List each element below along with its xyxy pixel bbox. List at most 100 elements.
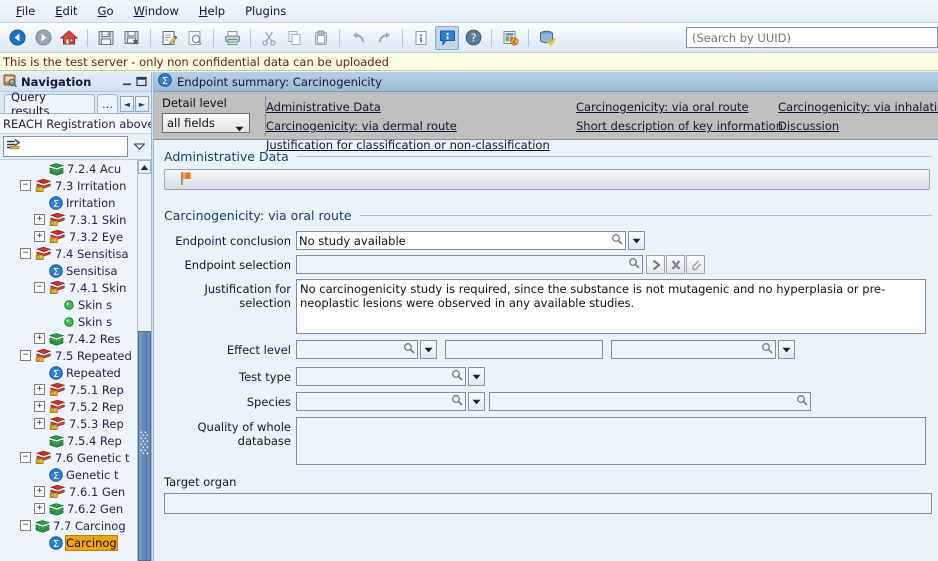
expand-icon[interactable]: + [34, 214, 45, 225]
lookup-icon[interactable] [403, 342, 415, 357]
section-link[interactable]: Short description of key information [576, 119, 783, 133]
collapse-icon[interactable]: − [20, 248, 31, 259]
back-icon[interactable] [5, 26, 29, 50]
effect-level-dropdown-1[interactable] [420, 340, 437, 359]
tree-item[interactable]: − 7.5 Repeated [0, 347, 137, 364]
target-organ-input[interactable] [164, 493, 932, 514]
report-icon[interactable]: € [498, 26, 522, 50]
navigation-tree[interactable]: 7.2.4 Acu −7.3 Irritation Σ Irritation +7.3.… [0, 160, 137, 561]
expand-icon[interactable]: + [34, 401, 45, 412]
tree-item[interactable]: − 7.3 Irritation [0, 177, 137, 194]
collapse-icon[interactable]: − [34, 282, 45, 293]
tree-item[interactable]: Σ Genetic t [0, 466, 137, 483]
attachment-button[interactable] [686, 255, 705, 274]
document-info-icon[interactable] [409, 26, 433, 50]
lookup-icon[interactable] [451, 394, 463, 409]
clear-selection-button[interactable] [666, 255, 685, 274]
tree-item[interactable]: − 7.4.1 Skin [0, 279, 137, 296]
endpoint-conclusion-dropdown[interactable] [628, 231, 645, 250]
effect-level-input-3[interactable] [611, 340, 776, 359]
menu-file[interactable]: File [6, 1, 45, 21]
expand-icon[interactable]: + [34, 486, 45, 497]
scrollbar-thumb[interactable] [138, 331, 151, 561]
save-icon[interactable] [94, 26, 118, 50]
tree-item[interactable]: +7.4.2 Res [0, 330, 137, 347]
tab-overflow[interactable]: ... [97, 94, 118, 113]
endpoint-conclusion-input[interactable]: No study available [296, 231, 626, 250]
section-link[interactable]: Administrative Data [266, 100, 381, 114]
lookup-icon[interactable] [796, 394, 808, 409]
collapse-icon[interactable]: − [20, 350, 31, 361]
tree-item[interactable]: +7.5.1 Rep [0, 381, 137, 398]
effect-level-input-2[interactable] [445, 340, 603, 359]
menu-edit[interactable]: Edit [45, 1, 87, 21]
expand-icon[interactable]: + [34, 231, 45, 242]
collapse-icon[interactable]: − [20, 452, 31, 463]
redo-icon[interactable] [372, 26, 396, 50]
orange-flag-icon[interactable] [179, 171, 193, 189]
filter-input[interactable] [3, 136, 128, 157]
undo-icon[interactable] [346, 26, 370, 50]
home-icon[interactable] [57, 26, 81, 50]
expand-icon[interactable]: + [34, 333, 45, 344]
copy-icon[interactable] [283, 26, 307, 50]
detail-level-select[interactable]: all fields [162, 113, 250, 133]
menu-go[interactable]: Go [88, 1, 124, 21]
tree-item[interactable]: +7.5.3 Rep [0, 415, 137, 432]
tree-item[interactable]: +7.6.1 Gen [0, 483, 137, 500]
edit-icon[interactable] [157, 26, 181, 50]
expand-icon[interactable]: + [34, 418, 45, 429]
effect-level-input-1[interactable] [296, 340, 418, 359]
tree-item[interactable]: − 7.7 Carcinog [0, 517, 137, 534]
menu-help[interactable]: Help [189, 1, 235, 21]
species-input-2[interactable] [489, 392, 811, 411]
lookup-icon[interactable] [611, 233, 623, 248]
tab-scroll-right-icon[interactable]: ► [135, 96, 149, 112]
save-as-icon[interactable] [120, 26, 144, 50]
tree-item[interactable]: − 7.6 Genetic t [0, 449, 137, 466]
tab-scroll-left-icon[interactable]: ◄ [120, 96, 134, 112]
collapse-icon[interactable]: − [20, 180, 31, 191]
section-link[interactable]: Discussion [778, 119, 839, 133]
tree-item[interactable]: Skin s [0, 296, 137, 313]
validate-database-icon[interactable] [535, 26, 559, 50]
lookup-icon[interactable] [451, 369, 463, 384]
tree-item[interactable]: +7.5.2 Rep [0, 398, 137, 415]
section-link[interactable]: Carcinogenicity: via inhalation route [778, 100, 938, 114]
go-to-selection-button[interactable] [646, 255, 665, 274]
section-link[interactable]: Carcinogenicity: via oral route [576, 100, 749, 114]
tree-item[interactable]: +7.3.2 Eye [0, 228, 137, 245]
tree-item[interactable]: +7.6.2 Gen [0, 500, 137, 517]
tree-item[interactable]: +7.3.1 Skin [0, 211, 137, 228]
collapse-icon[interactable]: − [20, 520, 31, 531]
forward-icon[interactable] [31, 26, 55, 50]
paste-icon[interactable] [309, 26, 333, 50]
expand-icon[interactable]: + [34, 384, 45, 395]
cut-icon[interactable] [257, 26, 281, 50]
effect-level-dropdown-2[interactable] [778, 340, 795, 359]
tree-item[interactable]: 7.2.4 Acu [0, 160, 137, 177]
tab-query-results[interactable]: Query results [4, 90, 96, 118]
species-dropdown[interactable] [468, 392, 485, 411]
maximize-icon[interactable] [136, 76, 147, 87]
tree-item[interactable]: 7.5.4 Rep [0, 432, 137, 449]
tree-item[interactable]: − 7.4 Sensitisa [0, 245, 137, 262]
filter-dropdown-icon[interactable] [130, 136, 148, 157]
section-link[interactable]: Carcinogenicity: via dermal route [266, 119, 457, 133]
preview-icon[interactable] [183, 26, 207, 50]
lookup-icon[interactable] [761, 342, 773, 357]
tree-item[interactable]: Σ Sensitisa [0, 262, 137, 279]
scroll-up-button[interactable] [138, 160, 151, 174]
administrative-flag-bar[interactable] [164, 169, 930, 190]
tree-item[interactable]: Σ Carcinog [0, 534, 137, 551]
species-input-1[interactable] [296, 392, 466, 411]
tree-vertical-scrollbar[interactable] [137, 160, 151, 561]
menu-plugins[interactable]: Plugins [235, 1, 296, 21]
menu-window[interactable]: Window [124, 1, 189, 21]
lookup-icon[interactable] [628, 257, 640, 272]
justification-for-selection-textarea[interactable]: No carcinogenicity study is required, si… [296, 279, 926, 334]
quality-of-whole-database-textarea[interactable] [296, 417, 926, 465]
print-icon[interactable] [220, 26, 244, 50]
info-balloon-icon[interactable] [435, 25, 459, 50]
tree-item[interactable]: Σ Repeated [0, 364, 137, 381]
